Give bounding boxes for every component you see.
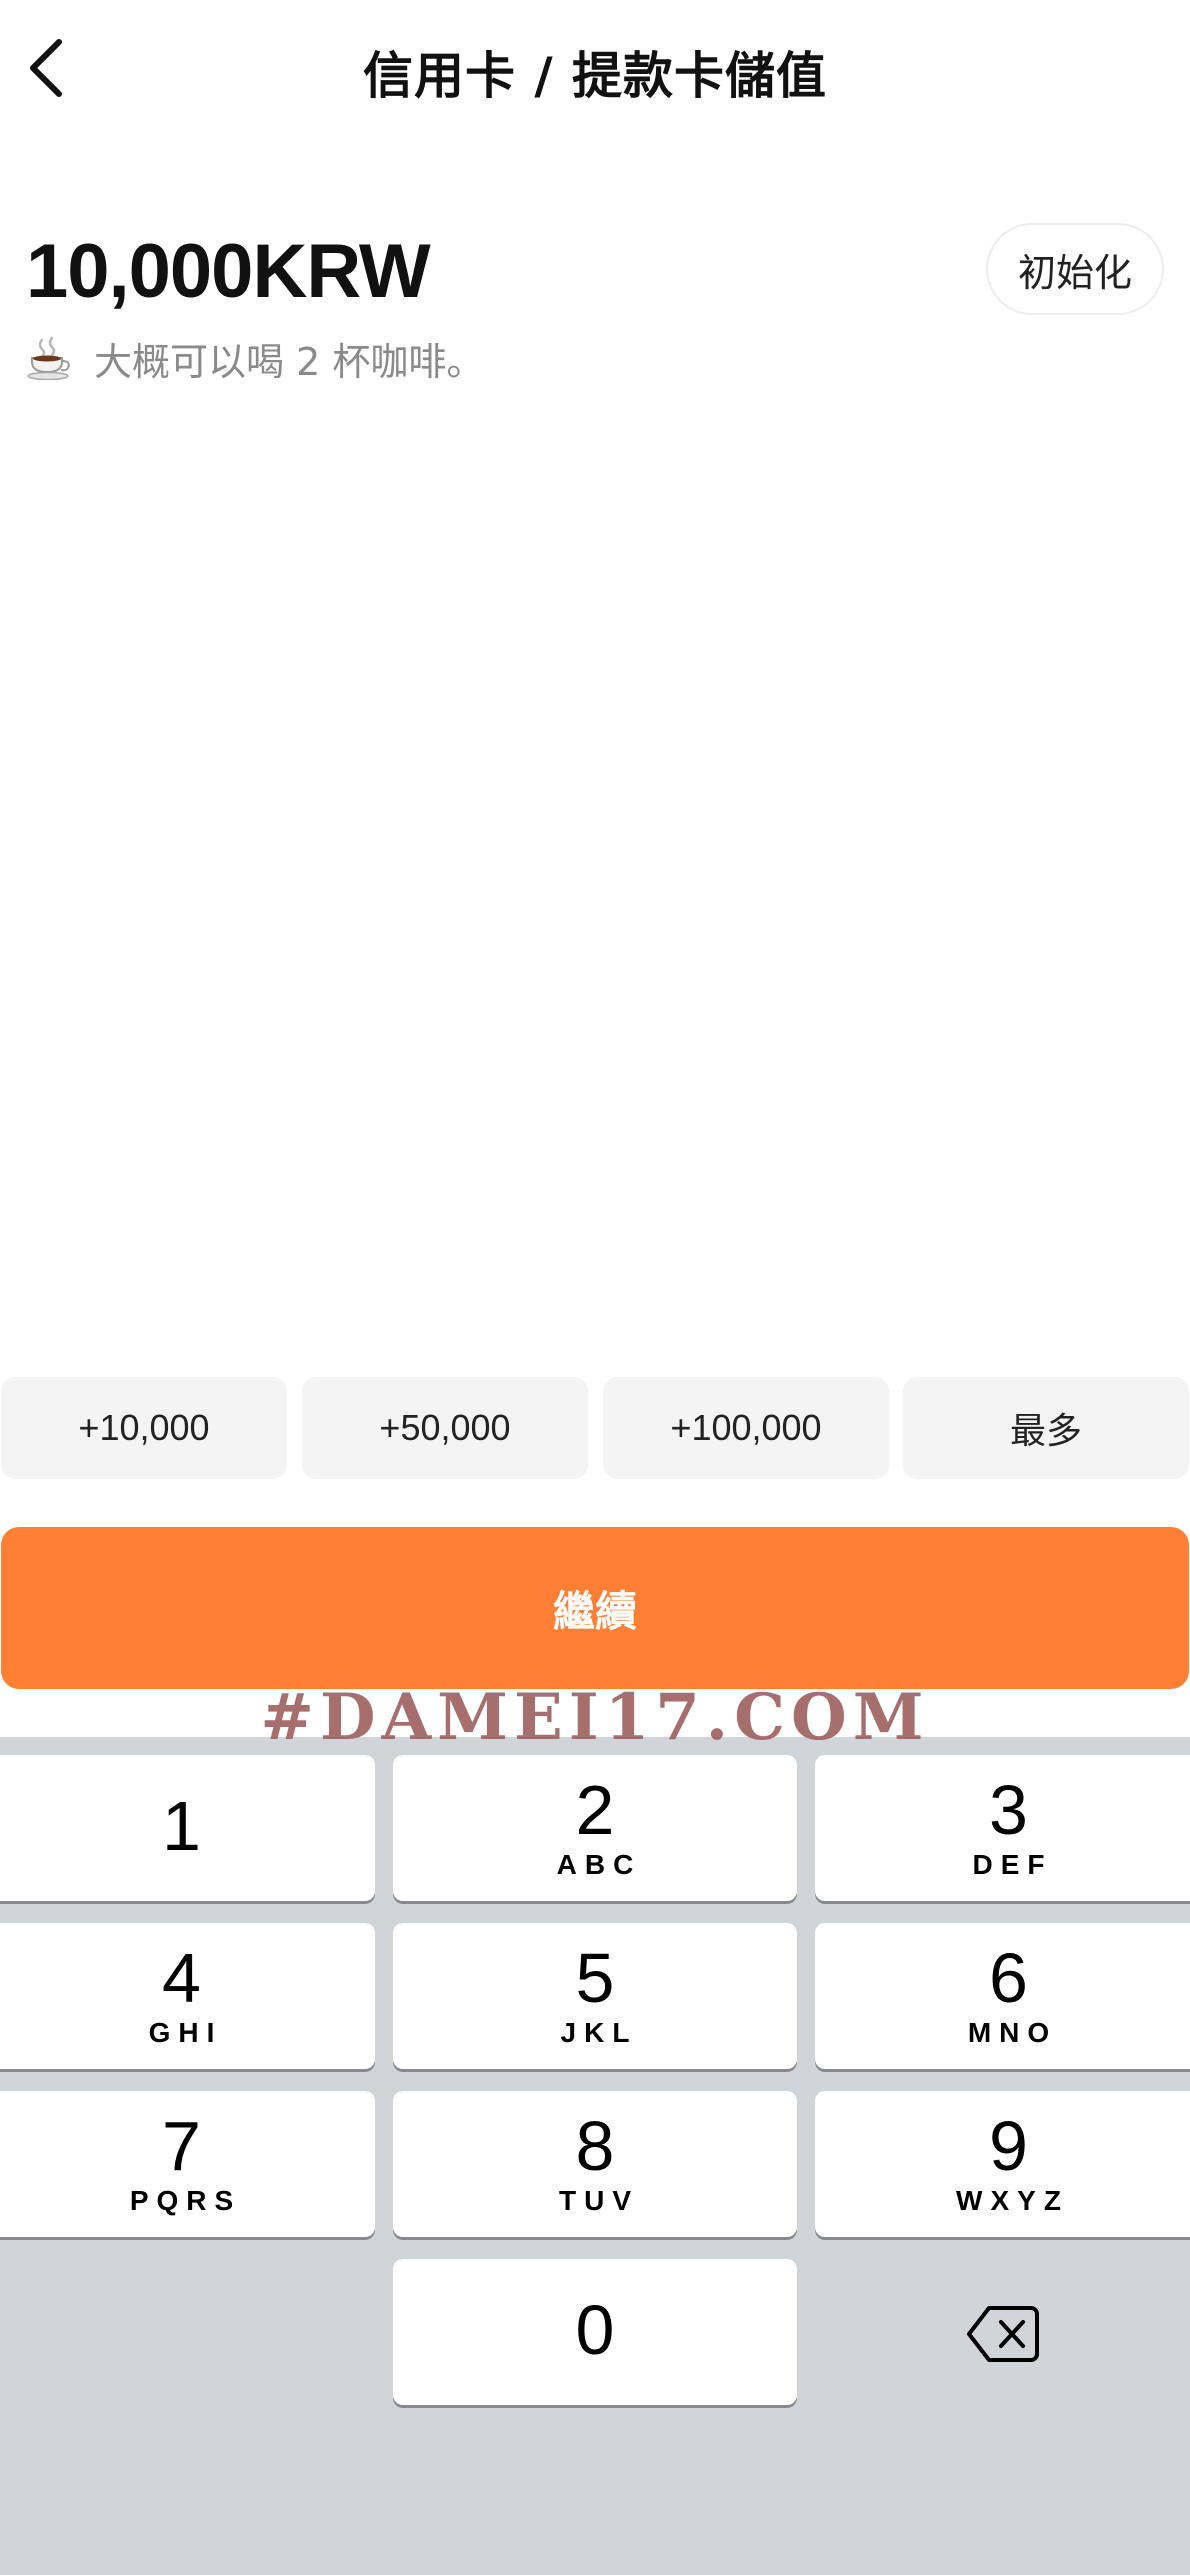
reset-button[interactable]: 初始化 xyxy=(986,223,1164,315)
key-letters: MNO xyxy=(967,2017,1058,2048)
key-8[interactable]: 8 TUV xyxy=(393,2091,797,2237)
add-100000-button[interactable]: +100,000 xyxy=(603,1377,889,1479)
key-letters: GHI xyxy=(148,2017,223,2048)
key-5[interactable]: 5 JKL xyxy=(393,1923,797,2069)
key-digit: 7 xyxy=(162,2107,201,2185)
key-digit: 8 xyxy=(575,2107,615,2185)
amount-hint: 大概可以喝 2 杯咖啡。 xyxy=(26,333,485,384)
key-4[interactable]: 4 GHI xyxy=(0,1923,375,2069)
key-3[interactable]: 3 DEF xyxy=(815,1755,1190,1901)
key-6[interactable]: 6 MNO xyxy=(815,1923,1190,2069)
max-amount-button[interactable]: 最多 xyxy=(903,1377,1189,1479)
quick-add-row: +10,000 +50,000 +100,000 最多 xyxy=(0,1377,1190,1479)
coffee-cup-icon xyxy=(26,336,76,380)
add-50000-button[interactable]: +50,000 xyxy=(302,1377,588,1479)
key-1[interactable]: 1 xyxy=(0,1755,375,1901)
key-9[interactable]: 9 WXYZ xyxy=(815,2091,1190,2237)
key-2[interactable]: 2 ABC xyxy=(393,1755,797,1901)
key-letters: JKL xyxy=(560,2017,638,2048)
numeric-keypad: 1 2 ABC 3 DEF 4 GHI 5 JKL 6 MNO 7 PQRS 8… xyxy=(0,1737,1190,2575)
key-0[interactable]: 0 xyxy=(393,2259,797,2405)
add-10000-button[interactable]: +10,000 xyxy=(1,1377,287,1479)
key-digit: 1 xyxy=(162,1787,201,1865)
key-digit: 6 xyxy=(989,1939,1028,2017)
page-title: 信用卡 / 提款卡儲值 xyxy=(362,47,828,105)
delete-button[interactable] xyxy=(815,2263,1190,2409)
key-digit: 3 xyxy=(989,1771,1028,1849)
key-digit: 2 xyxy=(575,1771,615,1849)
header: 信用卡 / 提款卡儲值 xyxy=(0,0,1190,140)
hint-text: 大概可以喝 2 杯咖啡。 xyxy=(94,339,485,384)
key-letters: PQRS xyxy=(129,2185,242,2216)
backspace-icon xyxy=(965,2304,1041,2368)
key-letters: DEF xyxy=(972,1849,1053,1880)
continue-button[interactable]: 繼續 xyxy=(1,1527,1189,1689)
key-letters: ABC xyxy=(556,1849,642,1880)
key-letters: TUV xyxy=(559,2185,639,2216)
key-digit: 4 xyxy=(162,1939,201,2017)
amount-value: 10,000KRW xyxy=(26,229,431,314)
key-letters: WXYZ xyxy=(956,2185,1069,2216)
watermark: #DAMEI17.COM xyxy=(260,1680,930,1755)
key-digit: 0 xyxy=(575,2291,615,2369)
key-7[interactable]: 7 PQRS xyxy=(0,2091,375,2237)
key-digit: 5 xyxy=(575,1939,615,2017)
key-digit: 9 xyxy=(989,2107,1028,2185)
